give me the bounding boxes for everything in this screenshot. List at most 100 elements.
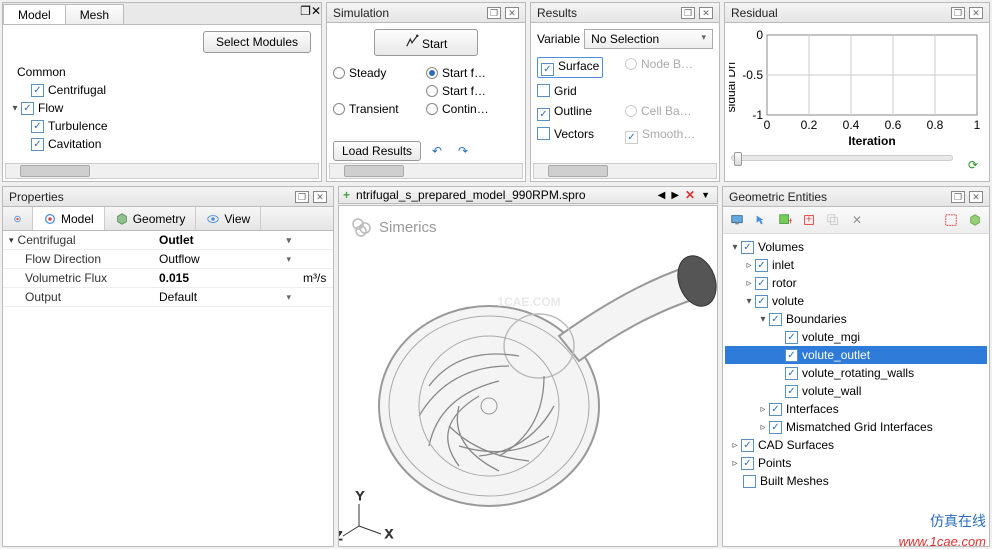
- radio-startf1[interactable]: Start f…: [426, 66, 519, 80]
- tree-common[interactable]: Common: [5, 63, 319, 81]
- variable-dropdown[interactable]: No Selection▾: [584, 29, 713, 49]
- restore-icon[interactable]: ❐: [951, 191, 965, 203]
- tree-interfaces[interactable]: ▹Interfaces: [725, 400, 987, 418]
- start-button[interactable]: Start: [374, 29, 479, 56]
- tree-inlet[interactable]: ▹inlet: [725, 256, 987, 274]
- viewport-3d[interactable]: Simerics: [338, 205, 718, 547]
- svg-text:0: 0: [756, 28, 763, 42]
- tree-mismatched[interactable]: ▹Mismatched Grid Interfaces: [725, 418, 987, 436]
- chk-grid[interactable]: Grid: [537, 84, 625, 98]
- svg-text:+: +: [806, 214, 812, 226]
- simulation-title: Simulation: [333, 6, 483, 20]
- restore-icon[interactable]: ❐: [951, 7, 965, 19]
- restore-icon[interactable]: ❐: [487, 7, 501, 19]
- radio-nodeb[interactable]: Node B…: [625, 57, 713, 78]
- prop-tab-geometry[interactable]: Geometry: [105, 207, 197, 230]
- geo-del-icon[interactable]: ✕: [847, 210, 867, 230]
- tree-volute-mgi[interactable]: volute_mgi: [725, 328, 987, 346]
- checkbox-turbulence[interactable]: [31, 120, 44, 133]
- close-icon[interactable]: ✕: [311, 4, 321, 24]
- prop-val-flux[interactable]: 0.015: [153, 269, 297, 288]
- undo-icon[interactable]: ↶: [427, 141, 447, 161]
- svg-text:0.6: 0.6: [885, 118, 902, 132]
- geo-add-icon[interactable]: +: [775, 210, 795, 230]
- close-icon[interactable]: ✕: [505, 7, 519, 19]
- close-icon[interactable]: ✕: [699, 7, 713, 19]
- tree-boundaries[interactable]: ▾Boundaries: [725, 310, 987, 328]
- tree-flow[interactable]: ▾ Flow: [5, 99, 319, 117]
- residual-slider[interactable]: [731, 155, 953, 161]
- svg-text:1CAE.COM: 1CAE.COM: [497, 295, 560, 309]
- results-title: Results: [537, 6, 677, 20]
- model-mesh-tabs: Model Mesh ❐ ✕: [3, 3, 321, 25]
- svg-text:X: X: [385, 527, 393, 541]
- tree-volumes[interactable]: ▾Volumes: [725, 238, 987, 256]
- geom-tree: ▾Volumes ▹inlet ▹rotor ▾volute ▾Boundari…: [723, 234, 989, 494]
- close-icon[interactable]: ✕: [969, 7, 983, 19]
- tree-volute-rotwalls[interactable]: volute_rotating_walls: [725, 364, 987, 382]
- geo-pick-icon[interactable]: [751, 210, 771, 230]
- tab-next-icon[interactable]: ▶: [668, 190, 682, 201]
- site-watermark-blue: 仿真在线: [930, 511, 986, 531]
- close-icon[interactable]: ✕: [969, 191, 983, 203]
- tab-mesh[interactable]: Mesh: [65, 4, 124, 24]
- svg-text:0.2: 0.2: [801, 118, 818, 132]
- tree-points[interactable]: ▹Points: [725, 454, 987, 472]
- checkbox-centrifugal[interactable]: [31, 84, 44, 97]
- restore-icon[interactable]: ❐: [681, 7, 695, 19]
- prop-tab-tree-icon[interactable]: [3, 207, 33, 230]
- geo-box-icon[interactable]: [965, 210, 985, 230]
- tab-model[interactable]: Model: [3, 4, 66, 24]
- geo-addred-icon[interactable]: +: [799, 210, 819, 230]
- tree-cavitation[interactable]: Cavitation: [5, 135, 319, 153]
- radio-startf2[interactable]: Start f…: [426, 84, 519, 98]
- model-hscroll[interactable]: [5, 163, 319, 179]
- tree-volute-outlet[interactable]: volute_outlet: [725, 346, 987, 364]
- tab-prev-icon[interactable]: ◀: [655, 190, 669, 201]
- radio-cellba[interactable]: Cell Ba…: [625, 104, 713, 121]
- sim-hscroll[interactable]: [329, 163, 523, 179]
- checkbox-flow[interactable]: [21, 102, 34, 115]
- prop-name-centrifugal[interactable]: ▾Centrifugal: [3, 231, 153, 250]
- model-tree: Common Centrifugal ▾ Flow Turbulence Cav…: [3, 59, 321, 157]
- new-tab-plus-icon[interactable]: +: [343, 188, 350, 202]
- svg-text:sidual Drı: sidual Drı: [729, 62, 738, 113]
- chk-smooth[interactable]: Smooth…: [625, 127, 713, 144]
- tree-centrifugal[interactable]: Centrifugal: [5, 81, 319, 99]
- prop-tab-view[interactable]: View: [196, 207, 261, 230]
- tree-volute[interactable]: ▾volute: [725, 292, 987, 310]
- tree-built[interactable]: Built Meshes: [725, 472, 987, 490]
- prop-val-output[interactable]: Default: [153, 288, 297, 307]
- tab-close-icon[interactable]: ✕: [682, 188, 698, 202]
- radio-steady[interactable]: Steady: [333, 66, 426, 80]
- chk-vectors[interactable]: Vectors: [537, 127, 625, 144]
- checkbox-cavitation[interactable]: [31, 138, 44, 151]
- load-results-button[interactable]: Load Results: [333, 141, 421, 161]
- redo-icon[interactable]: ↷: [453, 141, 473, 161]
- geo-select-icon[interactable]: [941, 210, 961, 230]
- prop-name-flowdir: Flow Direction: [3, 250, 153, 269]
- expand-icon[interactable]: ▾: [9, 103, 21, 114]
- prop-tab-model[interactable]: Model: [33, 207, 105, 230]
- tab-menu-icon[interactable]: ▼: [698, 190, 713, 200]
- chk-outline[interactable]: Outline: [537, 104, 625, 121]
- chk-surface[interactable]: Surface: [537, 57, 603, 78]
- close-icon[interactable]: ✕: [313, 191, 327, 203]
- restore-icon[interactable]: ❐: [300, 4, 311, 24]
- tree-turbulence[interactable]: Turbulence: [5, 117, 319, 135]
- prop-val-outlet[interactable]: Outlet: [153, 231, 297, 250]
- radio-contin[interactable]: Contin…: [426, 102, 519, 116]
- tree-volute-wall[interactable]: volute_wall: [725, 382, 987, 400]
- geo-screen-icon[interactable]: [727, 210, 747, 230]
- prop-val-outflow[interactable]: Outflow: [153, 250, 297, 269]
- refresh-icon[interactable]: ⟳: [963, 155, 983, 175]
- svg-text:Y: Y: [356, 489, 364, 503]
- geo-copy-icon[interactable]: [823, 210, 843, 230]
- tree-cad[interactable]: ▹CAD Surfaces: [725, 436, 987, 454]
- viewport-filename[interactable]: ntrifugal_s_prepared_model_990RPM.spro: [356, 188, 655, 202]
- select-modules-button[interactable]: Select Modules: [203, 31, 311, 53]
- results-hscroll[interactable]: [533, 163, 717, 179]
- restore-icon[interactable]: ❐: [295, 191, 309, 203]
- tree-rotor[interactable]: ▹rotor: [725, 274, 987, 292]
- radio-transient[interactable]: Transient: [333, 102, 426, 116]
